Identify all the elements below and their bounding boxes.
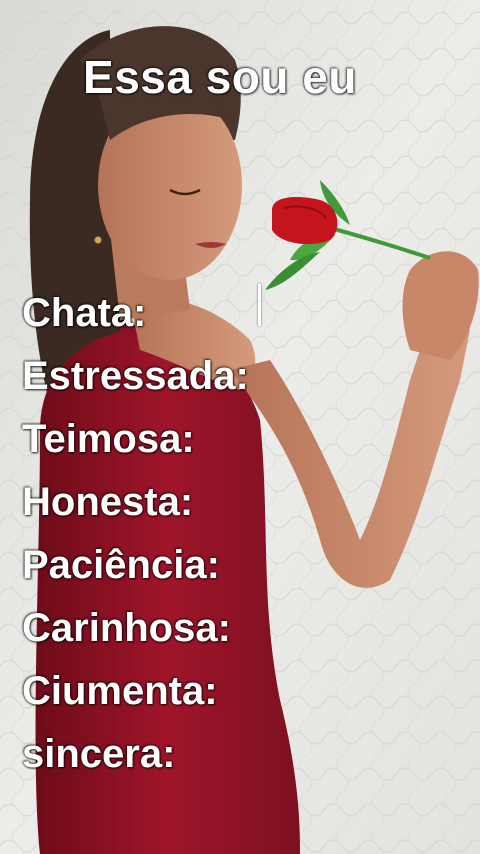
trait-item: Paciência: [22, 543, 220, 587]
trait-item: Ciumenta: [22, 669, 218, 713]
text-cursor [258, 284, 261, 326]
trait-item: Honesta: [22, 480, 194, 524]
trait-item: Carinhosa: [22, 606, 231, 650]
trait-item: Teimosa: [22, 417, 195, 461]
video-title: Essa sou eu [83, 51, 357, 103]
trait-item: Chata: [22, 291, 147, 335]
trait-item: Estressada: [22, 354, 249, 398]
video-frame: Essa sou eu Chata: Estressada: Teimosa: … [0, 0, 480, 854]
trait-item: sincera: [22, 732, 176, 776]
red-rose [272, 197, 338, 245]
trait-list: Chata: Estressada: Teimosa: Honesta: Pac… [22, 282, 249, 786]
